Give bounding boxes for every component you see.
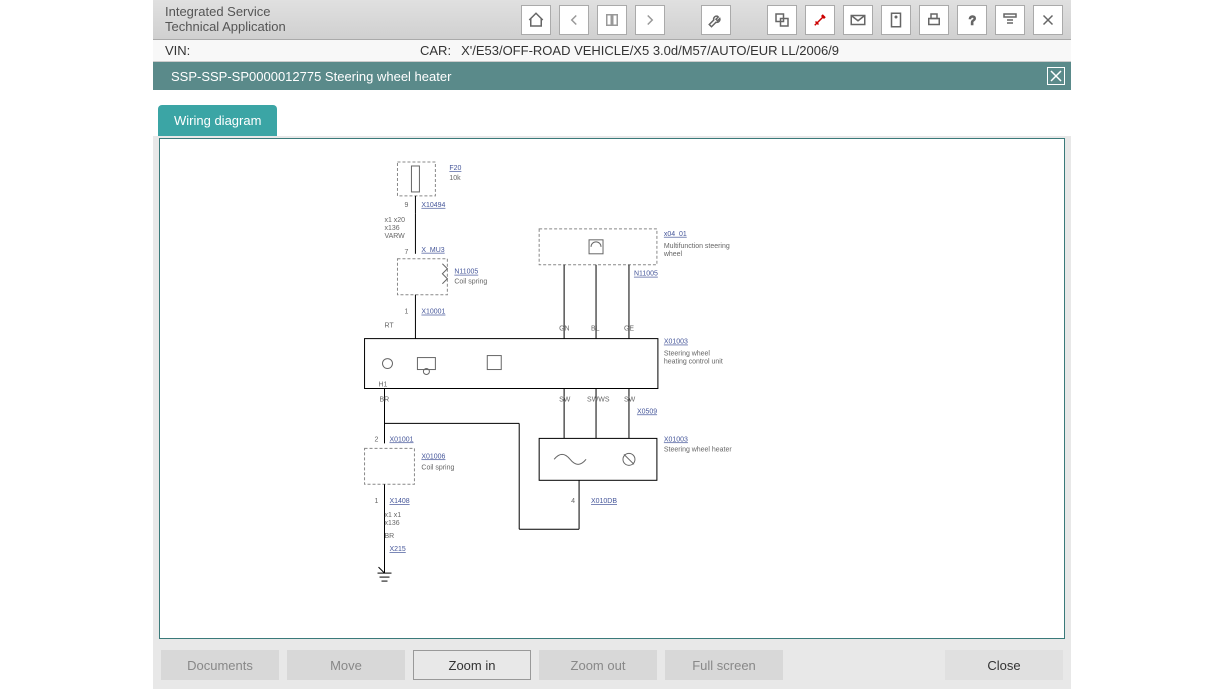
close-icon [1050,70,1062,82]
svg-text:Steering wheel heater: Steering wheel heater [664,446,732,453]
svg-text:GN: GN [559,326,569,333]
close-app-button[interactable] [1033,5,1063,35]
svg-text:BR: BR [380,396,390,403]
svg-text:X01001: X01001 [389,436,413,443]
forward-button[interactable] [635,5,665,35]
tab-row: Wiring diagram [153,90,1071,136]
full-screen-button[interactable]: Full screen [665,650,783,680]
zoom-out-button[interactable]: Zoom out [539,650,657,680]
zoom-in-button[interactable]: Zoom in [413,650,531,680]
close-button[interactable]: Close [945,650,1063,680]
svg-text:x136: x136 [385,520,400,527]
svg-text:RT: RT [385,323,395,330]
svg-text:X10494: X10494 [421,202,445,209]
svg-text:2: 2 [375,436,379,443]
svg-text:X01006: X01006 [421,453,445,460]
svg-text:BR: BR [385,533,395,540]
svg-text:BL: BL [591,326,600,333]
info-row: VIN: CAR: X'/E53/OFF-ROAD VEHICLE/X5 3.0… [153,40,1071,62]
history-button[interactable] [597,5,627,35]
svg-text:10k: 10k [449,175,461,182]
print-button[interactable] [919,5,949,35]
svg-text:SW: SW [624,396,636,403]
svg-text:X10001: X10001 [421,309,445,316]
copy-button[interactable] [767,5,797,35]
svg-text:X010DB: X010DB [591,498,617,505]
app-window: Integrated Service Technical Application [153,0,1071,689]
title-line1: Integrated Service [165,5,353,19]
wrench-icon [707,11,725,29]
help-button[interactable]: ? [957,5,987,35]
menu-icon [1001,11,1019,29]
doc-icon [887,11,905,29]
settings-button[interactable] [995,5,1025,35]
panel-close-button[interactable] [1047,67,1065,85]
svg-text:x1 x1: x1 x1 [385,512,402,519]
svg-text:1: 1 [404,309,408,316]
svg-text:N11005: N11005 [454,269,478,276]
back-icon [565,11,583,29]
svg-text:Coil spring: Coil spring [421,464,454,471]
svg-text:X215: X215 [389,546,405,553]
home-icon [527,11,545,29]
svg-text:F20: F20 [449,165,461,172]
svg-text:7: 7 [404,249,408,256]
svg-text:SWWS: SWWS [587,396,610,403]
wiring-diagram: F20 10k 9 X10494 x1 x20 x136 VARW 7 X_MU… [160,139,1064,638]
svg-text:x136: x136 [385,225,400,232]
back-button[interactable] [559,5,589,35]
documents-button[interactable]: Documents [161,650,279,680]
svg-text:X1408: X1408 [389,498,409,505]
tab-wiring-diagram[interactable]: Wiring diagram [158,105,277,136]
svg-text:?: ? [969,13,976,27]
svg-text:GE: GE [624,326,634,333]
panel-title-bar: SSP-SSP-SP0000012775 Steering wheel heat… [153,62,1071,90]
close-icon [1039,11,1057,29]
svg-text:9: 9 [404,202,408,209]
svg-text:x1 x20: x1 x20 [385,217,406,224]
print-icon [925,11,943,29]
svg-text:Coil spring: Coil spring [454,279,487,286]
title-line2: Technical Application [165,20,353,34]
svg-text:4: 4 [571,498,575,505]
svg-text:X01003: X01003 [664,339,688,346]
svg-text:N11005: N11005 [634,271,658,278]
panel-title: SSP-SSP-SP0000012775 Steering wheel heat… [171,69,451,84]
svg-text:Steering wheel: Steering wheel [664,351,711,358]
diagram-viewport[interactable]: F20 10k 9 X10494 x1 x20 x136 VARW 7 X_MU… [159,138,1065,639]
toolbar: ? [521,5,1071,35]
svg-text:X01003: X01003 [664,436,688,443]
svg-text:X_MU3: X_MU3 [421,247,444,254]
connector-icon [811,11,829,29]
mail-icon [849,11,867,29]
app-title: Integrated Service Technical Application [153,5,353,34]
svg-text:Multifunction steering: Multifunction steering [664,243,730,250]
svg-text:VARW: VARW [385,233,406,240]
move-button[interactable]: Move [287,650,405,680]
svg-text:heating control unit: heating control unit [664,359,723,366]
button-row: Documents Move Zoom in Zoom out Full scr… [153,641,1071,689]
header-bar: Integrated Service Technical Application [153,0,1071,40]
wrench-button[interactable] [701,5,731,35]
mail-button[interactable] [843,5,873,35]
copy-icon [773,11,791,29]
svg-text:x04_01: x04_01 [664,231,687,238]
vin-label: VIN: [165,43,220,58]
svg-text:SW: SW [559,396,571,403]
doc-button[interactable] [881,5,911,35]
svg-text:1: 1 [375,498,379,505]
svg-text:wheel: wheel [663,251,683,258]
car-label: CAR: [420,43,451,58]
svg-text:X0509: X0509 [637,408,657,415]
home-button[interactable] [521,5,551,35]
car-value: X'/E53/OFF-ROAD VEHICLE/X5 3.0d/M57/AUTO… [461,43,839,58]
connector-button[interactable] [805,5,835,35]
forward-icon [641,11,659,29]
svg-text:H1: H1 [379,382,388,389]
help-icon: ? [963,11,981,29]
history-icon [603,11,621,29]
